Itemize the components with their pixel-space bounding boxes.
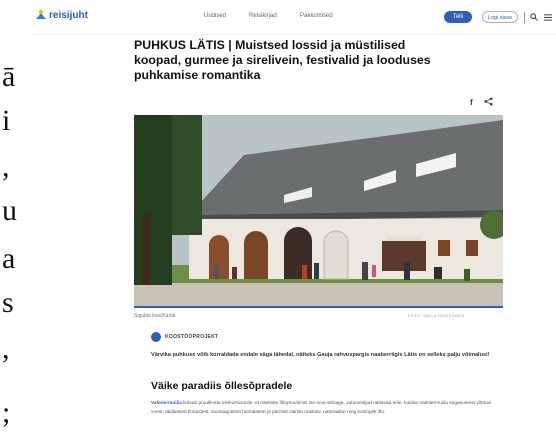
bg-char: u [2,194,17,227]
nav-link-reisikirjad[interactable]: Reisikirjad [249,13,277,19]
search-icon[interactable] [530,13,538,21]
article-title: PUHKUS LÄTIS | Muistsed lossid ja müstil… [134,38,431,82]
logo-text: reisijuht [49,10,88,21]
body-text: kutsub pruulikotta ekskursioonile, et nä… [151,401,491,415]
logo-icon [36,10,46,19]
header-divider [524,12,525,23]
browser-page: reisijuht Uudised Reisikirjad Pakkumised… [34,0,556,439]
site-logo[interactable]: reisijuht [36,10,88,21]
bg-char: , [2,150,10,183]
bg-char: ; [2,396,11,429]
login-button[interactable]: Logi sisse [482,11,518,23]
background-window-text: ā i , u a s , ; [0,0,34,439]
share-icon[interactable] [484,97,493,106]
site-header: reisijuht Uudised Reisikirjad Pakkumised… [34,0,556,35]
article-hero-image [134,115,503,306]
bg-char: a [2,242,16,275]
body-link[interactable]: Valmiermuiža [151,401,182,406]
image-caption: Sigulda loss/Kartal [134,313,176,319]
nav-link-pakkumised[interactable]: Pakkumised [300,13,333,19]
article-subheading: Väike paradiis õllesõpradele [151,380,293,392]
bg-char: ā [2,60,16,93]
bg-char: i [2,104,11,137]
bg-char: s [2,286,14,319]
bg-char: , [2,332,10,365]
facebook-icon[interactable]: f [470,98,473,107]
image-credit: FOTO: SALLA RAIKKONEN [408,313,465,318]
info-icon [151,332,161,342]
article-lead: Värvika puhkuse võib korraldada endale v… [151,352,490,358]
nav-link-uudised[interactable]: Uudised [204,13,226,19]
subscribe-button[interactable]: Telli [444,11,472,23]
menu-icon[interactable] [544,14,552,21]
image-progress-bar [134,306,503,308]
promo-label: KOOSTÖÖPROJEKT [165,334,219,340]
article-body: Valmiermuiža kutsub pruulikotta ekskursi… [151,400,491,417]
